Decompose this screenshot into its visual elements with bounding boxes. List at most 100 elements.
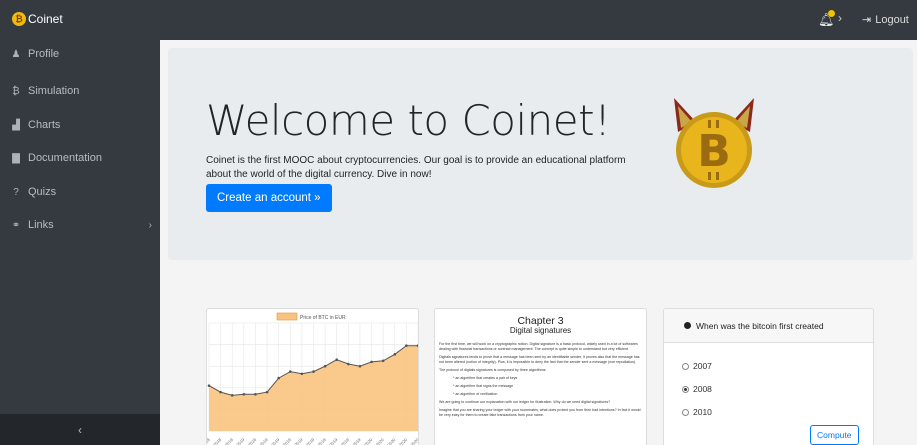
data-point [242, 392, 246, 396]
sidebar-item-profile[interactable]: ♟ Profile [10, 45, 158, 63]
data-point [300, 372, 304, 376]
link-icon: ⚭ [11, 219, 21, 231]
sidebar-collapse-button[interactable]: ‹ [0, 414, 160, 445]
sidebar-item-quizs[interactable]: ? Quizs [10, 183, 158, 201]
radio-button-checked[interactable] [682, 385, 689, 393]
sidebar: ♟ Profile ₿ Simulation ▟ Charts ▇ Docume… [0, 40, 160, 445]
sidebar-item-label: Simulation [28, 85, 80, 97]
data-point [230, 394, 234, 397]
chevron-right-icon[interactable]: › [838, 11, 842, 25]
chapter-subtitle: Digital signatures [509, 326, 572, 335]
x-tick-label: 1.2020 [361, 437, 374, 445]
sidebar-item-label: Charts [28, 119, 61, 131]
sidebar-item-label: Profile [28, 48, 60, 60]
quiz-option-2008[interactable]: 2008 [682, 384, 712, 394]
sign-out-icon: ⇥ [862, 14, 872, 26]
chevron-left-icon: ‹ [78, 422, 82, 437]
data-point [393, 353, 397, 356]
sidebar-item-simulation[interactable]: ₿ Simulation [10, 82, 158, 100]
btc-price-chart: 11.201812.2018 1.2019 2.2019 3.2019 4.2019 5.… [207, 312, 418, 445]
chapter-text: For the first time, we will work on a cr… [439, 342, 643, 421]
data-point [277, 376, 280, 380]
quiz-option-2010[interactable]: 2010 [682, 407, 712, 417]
data-point [405, 344, 408, 347]
file-icon: ▇ [12, 152, 20, 164]
user-icon: ♟ [11, 48, 21, 60]
data-point [335, 358, 339, 362]
quiz-option-2007[interactable]: 2007 [682, 361, 712, 371]
data-point [370, 360, 373, 364]
feature-cards: 11.2018 12.2018 1.2019 2.2019 3.2019 4.2019 5.… [168, 270, 913, 445]
data-point [312, 370, 315, 373]
paragraph: We are going to continue our explanation… [439, 400, 611, 404]
page-title: Welcome to Coinet! [206, 96, 611, 145]
quiz-option-label: 2010 [693, 407, 712, 417]
x-tick-label: 2.2019 [233, 437, 246, 445]
x-tick-label: 4.2020 [396, 437, 409, 445]
x-tick-label: 2.2020 [372, 437, 385, 445]
quiz-question-text: When was the bitcoin first created [696, 320, 824, 331]
notifications-button[interactable]: 🔔︎ [818, 10, 835, 28]
data-point [207, 384, 211, 387]
quiz-option-label: 2008 [693, 384, 712, 394]
brand-name: Coinet [28, 12, 63, 26]
paragraph: For the first time, we will work on a cr… [439, 342, 638, 351]
paragraph: Digitals signatures tends to prove that … [439, 355, 640, 364]
bitcoin-cat-mascot-icon: B [674, 98, 754, 188]
data-point [323, 364, 327, 368]
data-point [381, 359, 385, 363]
legend-label: Price of BTC in EUR [300, 315, 346, 321]
intro-text: Coinet is the first MOOC about cryptocur… [206, 155, 626, 180]
logout-link[interactable]: ⇥ Logout [862, 13, 909, 27]
x-tick-label: 5.2019 [268, 437, 281, 445]
brand-link[interactable]: ₿ Coinet [12, 12, 63, 26]
x-tick-label: 4.2019 [256, 437, 269, 445]
sidebar-item-label: Documentation [28, 152, 102, 164]
price-chart-card: 11.2018 12.2018 1.2019 2.2019 3.2019 4.2019 5.… [206, 308, 419, 445]
data-point [219, 390, 222, 394]
x-tick-label: 3.2019 [245, 437, 258, 445]
create-account-button[interactable]: Create an account » [206, 184, 332, 212]
paragraph: * an algorithm that signs the message [453, 384, 514, 388]
paragraph: Imagine that you are sharing your ledger… [439, 408, 641, 417]
x-tick-label: 3.2020 [384, 437, 397, 445]
sidebar-item-documentation[interactable]: ▇ Documentation [10, 149, 158, 167]
top-navbar: ₿ Coinet 🔔︎ › ⇥ Logout [0, 0, 917, 40]
sidebar-item-links[interactable]: ⚭ Links › [10, 216, 158, 234]
quiz-option-label: 2007 [693, 361, 712, 371]
documentation-preview-card[interactable]: Chapter 3 Digital signatures For the fir… [434, 308, 647, 445]
quiz-question: When was the bitcoin first created [664, 309, 873, 343]
bitcoin-icon: ₿ [12, 85, 20, 97]
paragraph: * an algorithm that creates a pair of ke… [453, 376, 518, 380]
welcome-jumbotron: Welcome to Coinet! Coinet is the first M… [168, 48, 913, 260]
data-point [358, 364, 362, 368]
data-point [265, 390, 269, 394]
logout-label: Logout [875, 13, 909, 26]
sidebar-item-label: Quizs [28, 186, 57, 198]
sidebar-item-label: Links [28, 219, 54, 231]
chevron-right-icon: › [148, 219, 152, 231]
data-point [288, 370, 292, 373]
x-tick-label: 8.2019 [303, 437, 316, 445]
x-tick-label: 7.2019 [291, 437, 304, 445]
radio-button[interactable] [682, 362, 689, 370]
area-chart-icon: ▟ [12, 119, 20, 131]
radio-button[interactable] [682, 408, 689, 416]
notification-dot [828, 10, 835, 17]
legend-swatch [276, 312, 298, 321]
quiz-card: When was the bitcoin first created 2007 … [663, 308, 874, 445]
question-icon: ? [13, 186, 19, 198]
data-point [254, 392, 257, 396]
x-tick-label: 1.2019 [221, 437, 234, 445]
x-tick-label: 6.2019 [279, 437, 292, 445]
data-point [347, 362, 350, 366]
sidebar-item-charts[interactable]: ▟ Charts [10, 116, 158, 134]
x-tick-label: 9.2019 [314, 437, 327, 445]
bullet-icon [684, 322, 691, 329]
svg-text:B: B [697, 126, 731, 177]
x-tick-label: 11.2018 [207, 437, 211, 445]
paragraph: * an algorithm of verification [453, 392, 498, 396]
paragraph: The protocol of digitals signatures is c… [439, 368, 547, 372]
bitcoin-cat-logo-icon: ₿ [12, 12, 26, 26]
compute-button[interactable]: Compute [810, 425, 859, 445]
